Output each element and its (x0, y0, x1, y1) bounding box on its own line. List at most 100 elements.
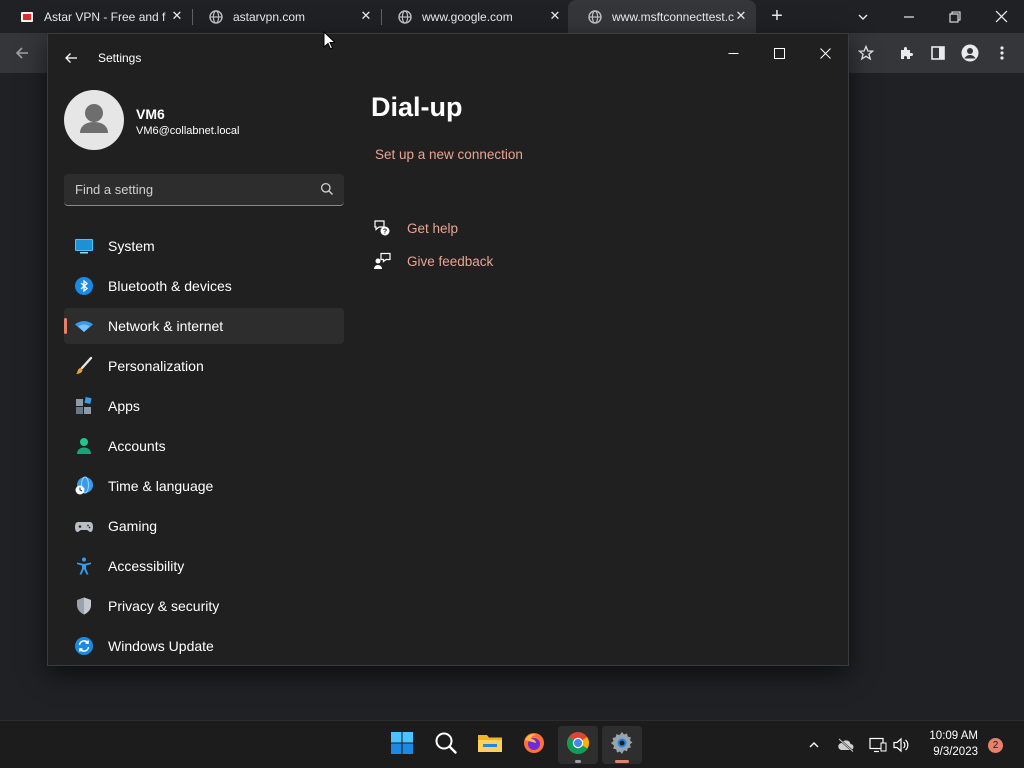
give-feedback-link[interactable]: Give feedback (373, 250, 493, 272)
back-arrow-icon[interactable] (10, 41, 34, 65)
bluetooth-icon (74, 276, 94, 296)
feedback-icon (373, 252, 391, 270)
browser-tab[interactable]: astarvpn.com ✕ (189, 0, 381, 33)
close-icon[interactable] (802, 38, 848, 68)
window-title: Settings (98, 51, 142, 65)
cloud-offline-icon[interactable] (836, 735, 856, 755)
get-help-label: Get help (407, 220, 459, 236)
nav-item-bluetooth[interactable]: Bluetooth & devices (64, 268, 344, 304)
tab-title: astarvpn.com (233, 9, 306, 24)
chrome-button[interactable] (558, 726, 598, 764)
minimize-icon[interactable] (886, 0, 932, 33)
tab-close-icon[interactable]: ✕ (359, 9, 373, 23)
settings-app-button[interactable] (602, 726, 642, 764)
browser-tab[interactable]: Astar VPN - Free and fa ✕ (0, 0, 192, 33)
back-arrow-icon[interactable] (62, 49, 80, 67)
network-icon (74, 316, 94, 336)
selection-indicator (64, 318, 67, 334)
apps-icon (74, 396, 94, 416)
nav-item-label: Bluetooth & devices (108, 278, 232, 294)
gaming-icon (74, 516, 94, 536)
nav-item-gaming[interactable]: Gaming (64, 508, 344, 544)
search-icon[interactable] (320, 182, 334, 196)
network-status-icon[interactable] (868, 735, 888, 755)
update-icon (74, 636, 94, 656)
nav-item-label: Network & internet (108, 318, 224, 334)
system-clock[interactable]: 10:09 AM 9/3/2023 (929, 728, 978, 760)
browser-tab[interactable]: www.google.com ✕ (378, 0, 570, 33)
nav-item-accounts[interactable]: Accounts (64, 428, 344, 464)
svg-text:?: ? (383, 229, 387, 236)
chevron-up-icon[interactable] (804, 735, 824, 755)
tab-title: Astar VPN - Free and fa (44, 9, 166, 24)
accessibility-icon (74, 556, 94, 576)
user-name: VM6 (136, 106, 165, 122)
clock-date: 9/3/2023 (933, 746, 978, 758)
extensions-puzzle-icon[interactable] (894, 41, 918, 65)
settings-icon (610, 731, 634, 760)
search-box (64, 174, 344, 206)
nav-item-label: Privacy & security (108, 598, 220, 614)
setup-new-connection-link[interactable]: Set up a new connection (375, 147, 523, 162)
nav-item-apps[interactable]: Apps (64, 388, 344, 424)
start-button[interactable] (382, 726, 422, 764)
nav-item-label: Gaming (108, 518, 158, 534)
active-indicator (615, 760, 629, 763)
tab-close-icon[interactable]: ✕ (734, 9, 748, 23)
new-tab-button[interactable]: + (754, 0, 800, 33)
search-input[interactable] (64, 174, 304, 205)
nav-item-label: Apps (108, 398, 140, 414)
tab-search-chevron-down-icon[interactable] (840, 0, 886, 33)
minimize-icon[interactable] (710, 38, 756, 68)
nav-item-personalization[interactable]: Personalization (64, 348, 344, 384)
nav-item-label: Accessibility (108, 558, 185, 574)
file-explorer-icon (477, 731, 503, 760)
help-chat-icon: ? (373, 219, 391, 237)
nav-item-network[interactable]: Network & internet (64, 308, 344, 344)
volume-icon[interactable] (891, 735, 911, 755)
nav-item-label: Windows Update (108, 638, 214, 654)
settings-nav: System Bluetooth & devices Network & int… (64, 228, 344, 665)
browser-tab-strip: Astar VPN - Free and fa ✕ astarvpn.com ✕… (0, 0, 1024, 33)
nav-item-privacy-security[interactable]: Privacy & security (64, 588, 344, 624)
avatar[interactable] (64, 90, 124, 150)
chrome-icon (566, 731, 590, 760)
astar-vpn-favicon (20, 10, 34, 24)
tab-title: www.google.com (422, 9, 513, 24)
system-icon (74, 236, 94, 256)
clock-time: 10:09 AM (929, 730, 978, 742)
maximize-icon[interactable] (756, 38, 802, 68)
tab-title: www.msftconnecttest.c (612, 9, 734, 24)
tab-close-icon[interactable]: ✕ (548, 9, 562, 23)
user-email: VM6@collabnet.local (136, 125, 240, 137)
nav-item-label: Accounts (108, 438, 166, 454)
notification-badge[interactable]: 2 (988, 738, 1003, 753)
nav-item-label: Time & language (108, 478, 214, 494)
brush-icon (74, 356, 94, 376)
firefox-icon (522, 731, 546, 760)
nav-item-time-language[interactable]: Time & language (64, 468, 344, 504)
close-icon[interactable] (978, 0, 1024, 33)
page-title: Dial-up (371, 92, 463, 122)
taskbar: 10:09 AM 9/3/2023 2 (0, 720, 1024, 768)
nav-item-system[interactable]: System (64, 228, 344, 264)
file-explorer-button[interactable] (470, 726, 510, 764)
profile-icon[interactable] (958, 41, 982, 65)
nav-item-accessibility[interactable]: Accessibility (64, 548, 344, 584)
give-feedback-label: Give feedback (407, 253, 494, 269)
restore-icon[interactable] (932, 0, 978, 33)
get-help-link[interactable]: ? Get help (373, 217, 458, 239)
firefox-button[interactable] (514, 726, 554, 764)
nav-item-label: Personalization (108, 358, 204, 374)
globe-icon (588, 9, 602, 24)
side-panel-icon[interactable] (926, 41, 950, 65)
shield-icon (74, 596, 94, 616)
taskbar-search-button[interactable] (426, 726, 466, 764)
browser-tab-active[interactable]: www.msftconnecttest.c ✕ (568, 0, 756, 33)
bookmark-star-icon[interactable] (854, 41, 878, 65)
accounts-icon (74, 436, 94, 456)
more-menu-icon[interactable] (990, 41, 1014, 65)
nav-item-windows-update[interactable]: Windows Update (64, 628, 344, 664)
nav-item-label: System (108, 238, 155, 254)
tab-close-icon[interactable]: ✕ (170, 9, 184, 23)
